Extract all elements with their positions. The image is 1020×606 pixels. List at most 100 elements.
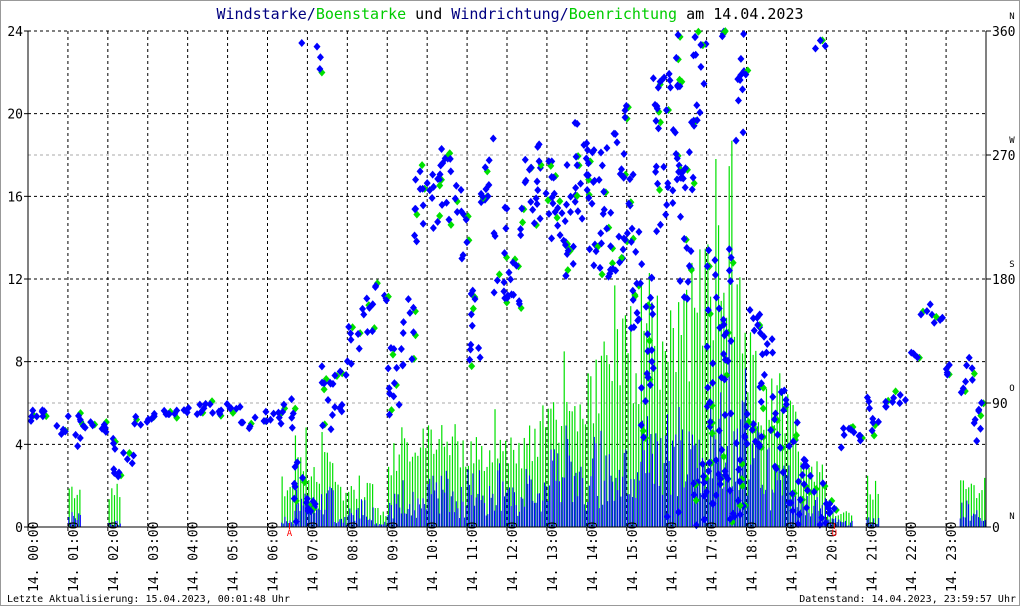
chart-title: Windstarke/Boenstarke und Windrichtung/B… — [216, 5, 803, 23]
wind-direction-point — [577, 179, 585, 188]
x-tick-label: 14. 14:00 — [586, 522, 601, 592]
wind-direction-point — [798, 471, 806, 480]
left-tick-label: 12 — [7, 273, 23, 288]
wind-direction-point — [607, 208, 615, 217]
x-tick-label: 14. 15:00 — [626, 522, 641, 592]
wind-direction-point — [313, 42, 321, 51]
wind-direction-point — [597, 229, 605, 238]
x-tick-label: 14. 03:00 — [147, 522, 162, 592]
wind-direction-point — [475, 344, 483, 353]
footer-last-update: Letzte Aktualisierung: 15.04.2023, 00:01… — [7, 594, 290, 605]
wind-direction-point — [613, 138, 621, 147]
wind-direction-point — [548, 234, 556, 243]
left-tick-label: 24 — [7, 25, 23, 40]
title-part: und — [406, 5, 451, 23]
wind-direction-point — [676, 276, 684, 285]
wind-direction-point — [385, 384, 393, 393]
wind-direction-point — [734, 96, 742, 105]
gust-direction-point — [690, 179, 698, 188]
wind-direction-point — [769, 348, 777, 357]
wind-direction-point — [561, 217, 569, 226]
right-tick-label: 270 — [992, 149, 1015, 164]
wind-direction-point — [120, 448, 128, 457]
wind-direction-point — [566, 207, 574, 216]
wind-direction-point — [288, 423, 296, 432]
gust-direction-point — [519, 218, 527, 227]
wind-direction-point — [840, 431, 848, 440]
wind-direction-point — [419, 201, 427, 210]
wind-direction-point — [590, 261, 598, 270]
wind-direction-point — [359, 304, 367, 313]
wind-direction-point — [355, 344, 363, 353]
chart-canvas: Windstarke/Boenstarke und Windrichtung/B… — [7, 5, 1016, 605]
wind-direction-point — [476, 353, 484, 362]
wind-direction-point — [532, 194, 540, 203]
right-tick-label: 0 — [992, 521, 1000, 536]
wind-direction-point — [711, 270, 719, 279]
wind-chart: Windstarke/Boenstarke und Windrichtung/B… — [0, 0, 1020, 606]
x-tick-label: 14. 17:00 — [706, 522, 721, 592]
x-tick-label: 14. 02:00 — [107, 522, 122, 592]
wind-direction-point — [505, 268, 513, 277]
wind-direction-point — [721, 410, 729, 419]
gust-direction-point — [598, 270, 606, 279]
x-tick-label: 14. 00:00 — [27, 522, 42, 592]
wind-direction-point — [527, 197, 535, 206]
wind-direction-point — [502, 224, 510, 233]
gust-direction-point — [556, 197, 564, 206]
gust-direction-point — [389, 350, 397, 359]
wind-direction-point — [453, 208, 461, 217]
wind-direction-point — [595, 175, 603, 184]
right-tick-label: 180 — [992, 273, 1015, 288]
wind-direction-point — [298, 38, 306, 47]
wind-direction-point — [632, 247, 640, 256]
wind-direction-point — [688, 185, 696, 194]
wind-direction-point — [866, 404, 874, 413]
wind-direction-point — [393, 363, 401, 372]
wind-direction-point — [760, 370, 768, 379]
x-tick-label: 14. 10:00 — [426, 522, 441, 592]
wind-direction-point — [395, 400, 403, 409]
wind-direction-point — [641, 397, 649, 406]
wind-direction-point — [360, 310, 368, 319]
wind-direction-point — [669, 198, 677, 207]
wind-direction-point — [638, 260, 646, 269]
wind-direction-point — [598, 161, 606, 170]
wind-direction-point — [811, 44, 819, 53]
wind-direction-point — [74, 442, 82, 451]
wind-direction-point — [697, 62, 705, 71]
wind-direction-point — [404, 295, 412, 304]
wind-direction-point — [558, 209, 566, 218]
wind-direction-point — [363, 294, 371, 303]
wind-direction-point — [973, 436, 981, 445]
wind-direction-point — [429, 223, 437, 232]
wind-direction-point — [412, 204, 420, 213]
wind-direction-point — [507, 275, 515, 284]
wind-direction-point — [757, 397, 765, 406]
wind-direction-point — [517, 225, 525, 234]
wind-direction-point — [746, 305, 754, 314]
x-tick-label: 14. 18:00 — [746, 522, 761, 592]
gust-direction-point — [468, 362, 476, 371]
wind-direction-point — [384, 364, 392, 373]
wind-direction-point — [652, 162, 660, 171]
wind-direction-point — [489, 134, 497, 143]
wind-direction-point — [572, 183, 580, 192]
wind-direction-point — [646, 381, 654, 390]
title-part: Boenstarke — [316, 5, 406, 23]
x-tick-label: 14. 05:00 — [227, 522, 242, 592]
wind-direction-point — [533, 177, 541, 186]
speed-bars — [68, 140, 986, 527]
wind-direction-point — [647, 293, 655, 302]
title-part: Boenrichtung — [569, 5, 677, 23]
wind-direction-point — [806, 471, 814, 480]
gust-direction-point — [759, 404, 767, 413]
left-tick-label: 16 — [7, 190, 23, 205]
wind-direction-point — [586, 245, 594, 254]
wind-direction-point — [696, 108, 704, 117]
left-tick-label: 0 — [15, 521, 23, 536]
wind-direction-point — [534, 186, 542, 195]
wind-direction-point — [635, 227, 643, 236]
wind-direction-point — [649, 310, 657, 319]
x-tick-label: 14. 01:00 — [67, 522, 82, 592]
